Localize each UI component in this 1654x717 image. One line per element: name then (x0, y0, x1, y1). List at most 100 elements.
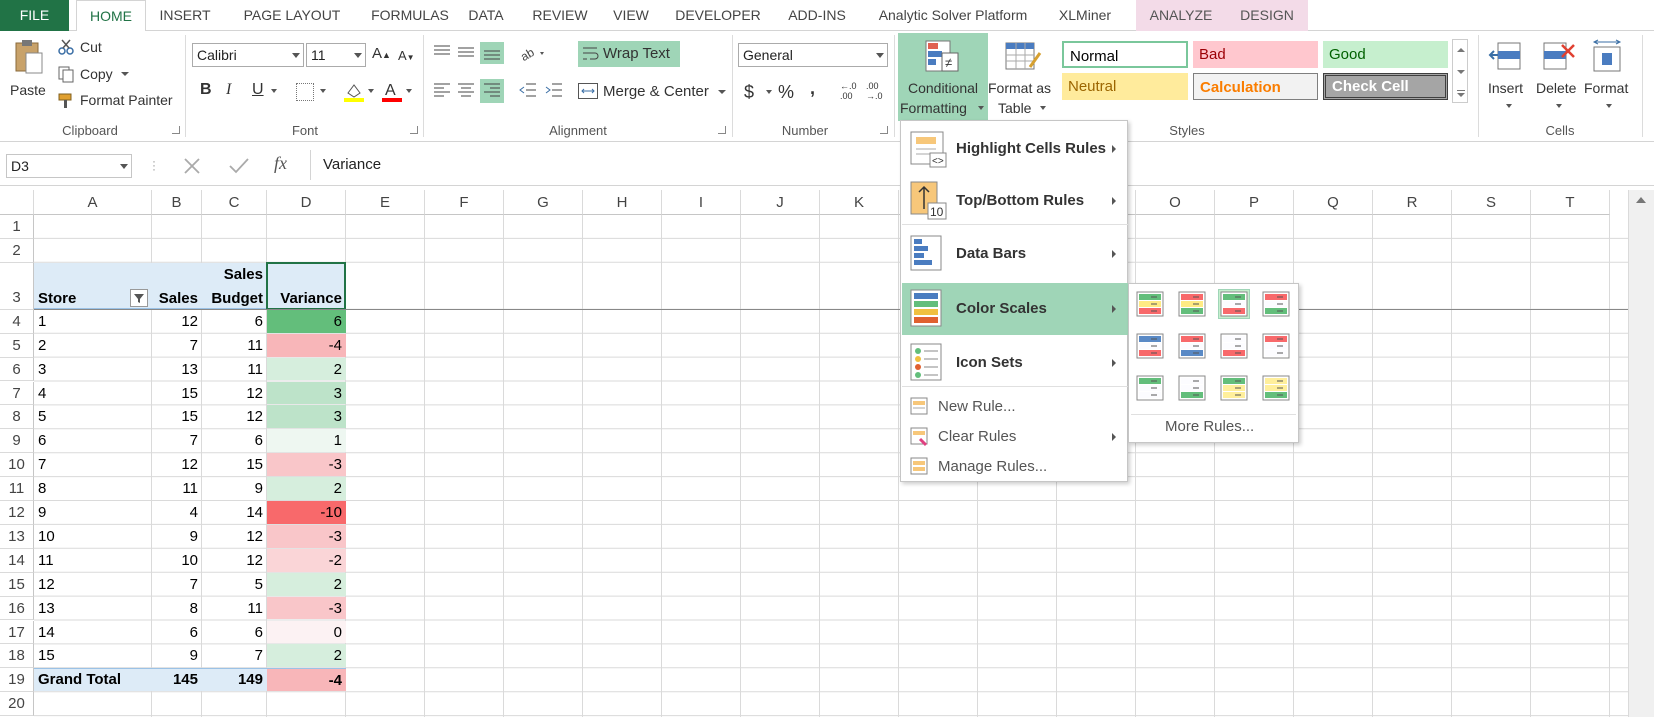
align-middle-icon[interactable] (456, 43, 476, 61)
pivot-variance-cell[interactable]: 0 (267, 620, 346, 644)
worksheet-grid[interactable]: ABCDEFGHIJKLMNOPQRST12345678910111213141… (0, 190, 1628, 717)
pivot-store-cell[interactable]: 11 (34, 549, 152, 572)
tab-page-layout[interactable]: PAGE LAYOUT (228, 0, 356, 31)
pivot-budget-cell[interactable]: 6 (202, 429, 267, 452)
style-check-cell[interactable]: Check Cell (1323, 73, 1448, 100)
pivot-sales-cell[interactable]: 12 (152, 310, 202, 333)
pivot-sales-cell[interactable]: 8 (152, 597, 202, 620)
tab-formulas[interactable]: FORMULAS (357, 0, 463, 31)
pivot-budget-cell[interactable]: 15 (202, 453, 267, 476)
grow-font-button[interactable]: A▲ (372, 45, 391, 64)
tab-review[interactable]: REVIEW (525, 0, 595, 31)
menu-item-top-bottom-rules[interactable]: 10 Top/Bottom Rules (902, 177, 1128, 225)
increase-decimal-icon[interactable]: ←.0.00 (840, 81, 862, 103)
pivot-header-budget[interactable]: Budget (202, 263, 267, 309)
chevron-down-icon[interactable] (1556, 104, 1562, 108)
color-scale-option-icon[interactable] (1219, 374, 1249, 402)
format-as-table-icon[interactable] (1004, 39, 1042, 75)
pivot-store-cell[interactable]: 15 (34, 644, 152, 667)
pivot-sales-cell[interactable]: 10 (152, 549, 202, 572)
cut-button[interactable]: Cut (80, 38, 102, 56)
number-launcher-icon[interactable] (880, 126, 888, 134)
style-good[interactable]: Good (1323, 41, 1448, 68)
chevron-down-icon[interactable] (1040, 106, 1046, 110)
alignment-launcher-icon[interactable] (718, 126, 726, 134)
pivot-store-cell[interactable]: 1 (34, 310, 152, 333)
pivot-budget-cell[interactable]: 12 (202, 382, 267, 405)
insert-function-button[interactable]: fx (274, 154, 287, 172)
tab-design[interactable]: DESIGN (1226, 0, 1308, 31)
pivot-header-variance[interactable]: Variance (267, 263, 346, 309)
insert-button[interactable]: Insert (1488, 79, 1523, 97)
color-scale-option-icon[interactable] (1135, 374, 1165, 402)
menu-item-highlight-cells-rules[interactable]: <> Highlight Cells Rules (902, 125, 1128, 173)
fill-color-icon[interactable] (344, 81, 364, 103)
color-scale-option-icon[interactable] (1219, 332, 1249, 360)
grand-total-label[interactable]: Grand Total (34, 668, 152, 691)
font-color-icon[interactable]: A (382, 79, 402, 103)
number-format-combo[interactable]: General (738, 43, 888, 67)
color-scale-option-icon[interactable] (1135, 332, 1165, 360)
pivot-variance-cell[interactable]: 2 (267, 644, 346, 668)
format-as-table-label-1[interactable]: Format as (988, 79, 1051, 97)
pivot-budget-cell[interactable]: 12 (202, 525, 267, 548)
copy-button[interactable]: Copy (80, 65, 113, 83)
pivot-variance-cell[interactable]: -4 (267, 333, 346, 357)
pivot-variance-cell[interactable]: -3 (267, 596, 346, 620)
pivot-variance-cell[interactable]: 2 (267, 572, 346, 596)
pivot-variance-cell[interactable]: 1 (267, 429, 346, 453)
orientation-icon[interactable]: ab (518, 43, 548, 64)
tab-data[interactable]: DATA (458, 0, 514, 31)
chevron-down-icon[interactable] (320, 89, 326, 93)
pivot-budget-cell[interactable]: 6 (202, 310, 267, 333)
scroll-up-icon[interactable] (1636, 197, 1646, 203)
styles-gallery-scroll[interactable] (1452, 39, 1468, 103)
pivot-variance-cell[interactable]: -10 (267, 501, 346, 524)
pivot-budget-cell[interactable]: 5 (202, 573, 267, 596)
tab-analytic-solver[interactable]: Analytic Solver Platform (868, 0, 1038, 31)
merge-center-button[interactable]: Merge & Center (603, 83, 709, 101)
decrease-indent-icon[interactable] (518, 81, 538, 99)
color-scale-option-icon[interactable] (1177, 290, 1207, 318)
pivot-store-cell[interactable]: 13 (34, 597, 152, 620)
align-top-icon[interactable] (432, 43, 452, 61)
font-size-combo[interactable]: 11 (306, 43, 366, 67)
menu-item-color-scales[interactable]: Color Scales (902, 283, 1128, 335)
pivot-store-cell[interactable]: 10 (34, 525, 152, 548)
tab-view[interactable]: VIEW (606, 0, 656, 31)
pivot-store-cell[interactable]: 8 (34, 477, 152, 500)
borders-icon[interactable] (296, 83, 314, 101)
comma-button[interactable]: , (810, 79, 815, 97)
increase-indent-icon[interactable] (544, 81, 564, 99)
color-scale-option-icon[interactable] (1261, 374, 1291, 402)
pivot-store-cell[interactable]: 9 (34, 501, 152, 524)
grand-total-variance[interactable]: -4 (267, 668, 346, 692)
tab-insert[interactable]: INSERT (152, 0, 218, 31)
pivot-header-sales[interactable]: Sales (152, 263, 202, 309)
tab-analyze[interactable]: ANALYZE (1136, 0, 1226, 31)
chevron-down-icon[interactable] (766, 90, 772, 94)
pivot-store-cell[interactable]: 12 (34, 573, 152, 596)
more-rules-link[interactable]: More Rules... (1165, 418, 1254, 436)
pivot-budget-cell[interactable]: 12 (202, 549, 267, 572)
tab-developer[interactable]: DEVELOPER (668, 0, 768, 31)
tab-home[interactable]: HOME (76, 0, 146, 32)
align-bottom-icon[interactable] (480, 42, 504, 64)
pivot-store-cell[interactable]: 5 (34, 405, 152, 428)
font-name-combo[interactable]: Calibri (192, 43, 304, 67)
style-bad[interactable]: Bad (1193, 41, 1318, 68)
insert-cells-icon[interactable] (1488, 39, 1524, 75)
menu-item-clear-rules[interactable]: Clear Rules (902, 423, 1128, 451)
format-button[interactable]: Format (1584, 79, 1628, 97)
color-scale-option-icon[interactable] (1135, 290, 1165, 318)
decrease-decimal-icon[interactable]: .00 →.0 (866, 81, 888, 103)
enter-icon[interactable] (228, 156, 250, 176)
underline-button[interactable]: U (252, 81, 264, 99)
format-painter-button[interactable]: Format Painter (80, 91, 173, 109)
pivot-variance-cell[interactable]: 6 (267, 309, 346, 333)
chevron-down-icon[interactable] (368, 89, 374, 93)
pivot-variance-cell[interactable]: 3 (267, 381, 346, 405)
clipboard-launcher-icon[interactable] (172, 126, 180, 134)
tab-file[interactable]: FILE (0, 0, 69, 31)
color-scale-option-icon[interactable] (1177, 374, 1207, 402)
